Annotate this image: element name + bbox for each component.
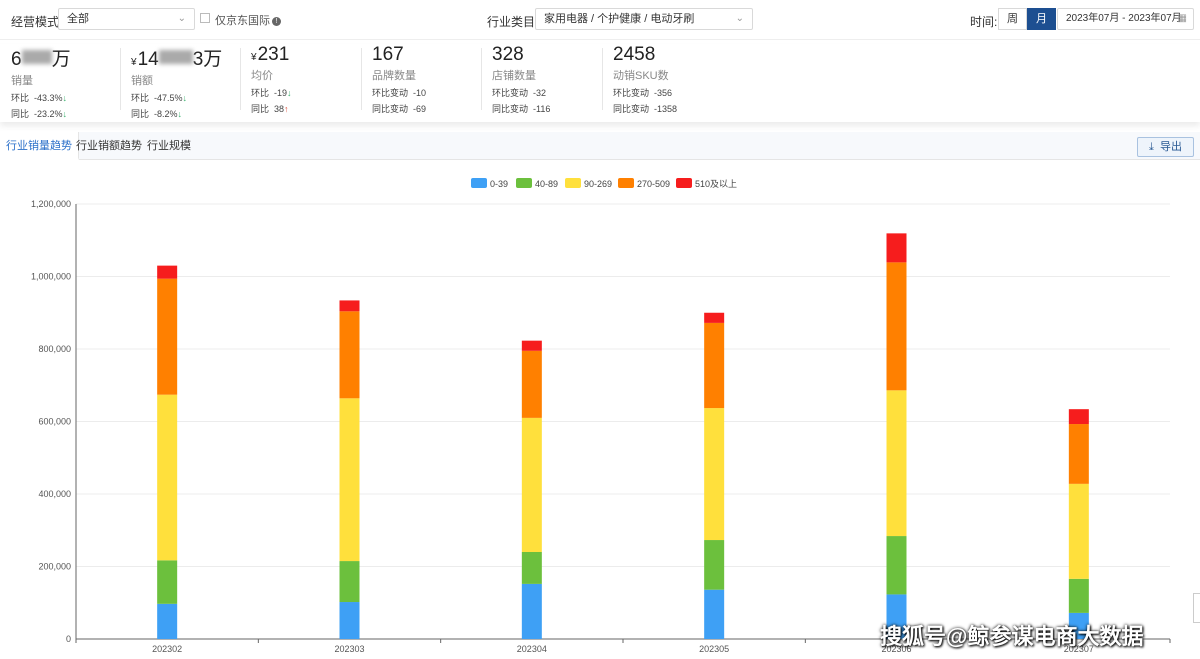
bar-segment [339, 300, 360, 312]
bar-segment [886, 536, 907, 595]
y-tick-label: 200,000 [38, 562, 71, 572]
bar-segment [886, 390, 907, 537]
side-toggle-button[interactable] [1193, 593, 1200, 623]
bar-segment [704, 312, 725, 323]
x-tick-label: 202305 [699, 644, 729, 654]
bar-segment [704, 540, 725, 590]
bar-segment [704, 408, 725, 541]
bar-segment [521, 552, 542, 584]
bar-segment [157, 394, 178, 561]
bar-segment [521, 350, 542, 418]
bar-segment [521, 417, 542, 552]
x-tick-label: 202303 [334, 644, 364, 654]
bar-segment [157, 603, 178, 639]
bar-segment [1068, 424, 1089, 484]
y-tick-label: 1,000,000 [31, 272, 71, 282]
y-tick-label: 600,000 [38, 417, 71, 427]
bar-segment [339, 398, 360, 562]
y-tick-label: 400,000 [38, 489, 71, 499]
x-tick-label: 202302 [152, 644, 182, 654]
stacked-bar-chart: 0 200,000 400,000 600,000 800,000 1,000,000 1,… [31, 199, 1171, 654]
bar-segment [1068, 409, 1089, 425]
bar-segment [704, 589, 725, 639]
bar-segment [886, 262, 907, 391]
y-tick-label: 1,200,000 [31, 199, 71, 209]
bar-segment [521, 583, 542, 639]
bar-segment [157, 278, 178, 395]
y-tick-label: 800,000 [38, 344, 71, 354]
watermark: 搜狐号@鲸参谋电商大数据 [880, 624, 1144, 649]
bar-segment [704, 322, 725, 409]
bar-segment [157, 560, 178, 604]
bar-segment [521, 340, 542, 351]
y-tick-label: 0 [66, 634, 71, 644]
bar-segment [157, 265, 178, 279]
bar-segment [339, 602, 360, 639]
bar-segment [339, 561, 360, 603]
bar-segment [886, 233, 907, 263]
bar-segment [1068, 578, 1089, 613]
bar-segment [339, 311, 360, 399]
x-tick-label: 202304 [517, 644, 547, 654]
bar-segment [1068, 483, 1089, 579]
